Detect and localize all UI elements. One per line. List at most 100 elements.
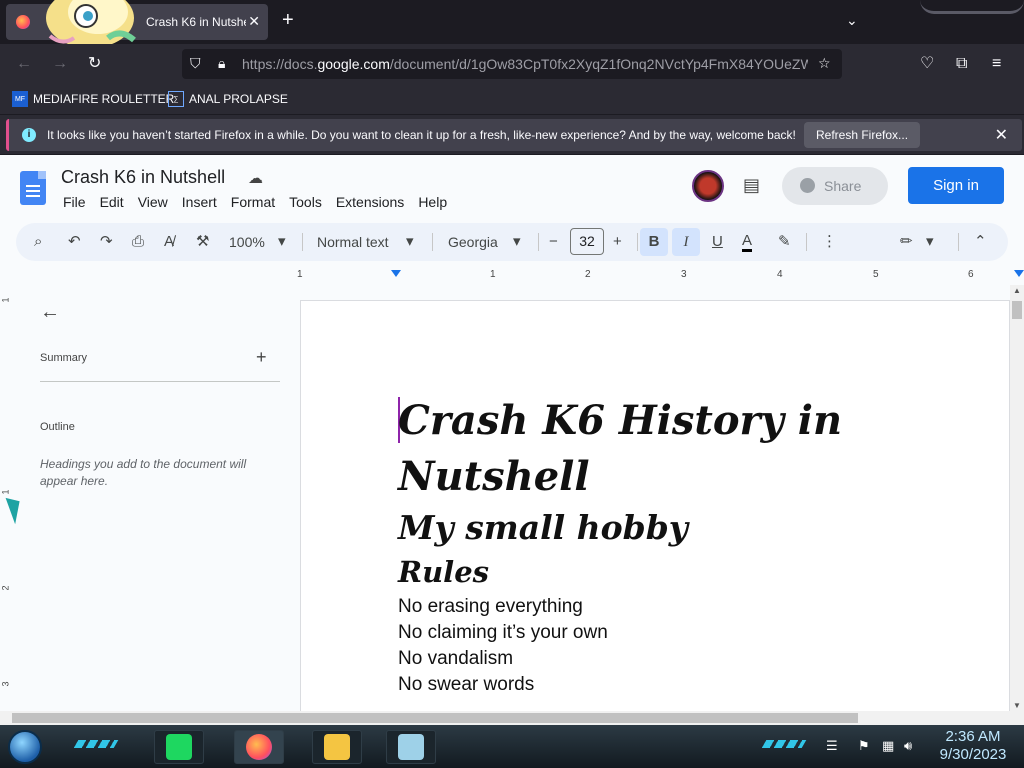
shield-icon[interactable]: ⛉ — [190, 55, 201, 72]
sign-in-button[interactable]: Sign in — [908, 167, 1004, 204]
bookmark-mediafire[interactable]: MF MEDIAFIRE ROULETTER — [12, 91, 174, 107]
rule-item[interactable]: No erasing everything — [398, 594, 842, 620]
document-body[interactable]: Crash K6 History in Nutshell My small ho… — [398, 393, 842, 698]
outline-hint: Headings you add to the document will ap… — [40, 457, 247, 488]
notepad-taskbar-button[interactable] — [386, 730, 436, 764]
notification-bar: i It looks like you haven’t started Fire… — [0, 114, 1024, 154]
comment-icon[interactable]: ▤ — [743, 175, 760, 196]
lock-icon[interactable]: 🔒︎ — [218, 55, 225, 72]
summary-label: Summary — [40, 352, 88, 364]
scrollbar-thumb[interactable] — [12, 713, 858, 723]
increase-font-size-icon[interactable]: + — [613, 233, 622, 251]
tray-overflow-icon[interactable]: ☰ — [826, 738, 838, 754]
tab-close-icon[interactable]: ✕ — [248, 13, 260, 30]
more-options-icon[interactable]: ⋮ — [822, 233, 837, 251]
share-button[interactable]: Share — [782, 167, 888, 205]
style-select[interactable]: Normal text — [317, 233, 389, 251]
docs-logo-icon[interactable] — [20, 171, 46, 205]
back-arrow-icon[interactable]: ← — [40, 301, 60, 324]
zoom-chevron-icon[interactable]: ▾ — [278, 233, 286, 251]
pocket-icon[interactable]: ♡ — [920, 54, 934, 74]
file-explorer-taskbar-button[interactable] — [312, 730, 362, 764]
editing-mode-icon[interactable]: ✏ — [900, 233, 913, 251]
spellcheck-icon[interactable]: A̸ — [164, 233, 174, 251]
menu-help[interactable]: Help — [418, 194, 447, 210]
search-menus-icon[interactable]: ⌕ — [34, 233, 42, 251]
font-size-input[interactable]: 32 — [570, 228, 604, 255]
heading-title-line2[interactable]: Nutshell — [398, 449, 842, 505]
heading-title-line1[interactable]: Crash K6 History in — [398, 393, 842, 449]
mode-chevron-icon[interactable]: ▾ — [926, 233, 934, 251]
avatar[interactable] — [692, 170, 724, 202]
vertical-scrollbar[interactable]: ▲ ▼ — [1010, 285, 1024, 711]
right-indent-marker-icon[interactable] — [1014, 270, 1024, 277]
paint-format-icon[interactable]: ⚒ — [196, 233, 209, 251]
forward-icon[interactable]: → — [52, 54, 68, 74]
horizontal-scrollbar[interactable] — [0, 711, 1024, 725]
add-summary-icon[interactable]: + — [256, 347, 267, 368]
print-icon[interactable]: ⎙ — [132, 233, 144, 251]
indent-marker-icon[interactable] — [391, 270, 401, 277]
undo-icon[interactable]: ↶ — [68, 233, 81, 251]
decrease-font-size-icon[interactable]: − — [549, 233, 558, 251]
highlight-icon[interactable]: ✎ — [778, 233, 791, 251]
menu-format[interactable]: Format — [231, 194, 275, 210]
horizontal-ruler[interactable]: 1 1 2 3 4 5 6 — [296, 266, 1024, 284]
url-bar[interactable]: ⛉ 🔒︎ https://docs.google.com/document/d/… — [182, 49, 842, 79]
menu-tools[interactable]: Tools — [289, 194, 322, 210]
italic-icon[interactable]: I — [672, 228, 700, 256]
spotify-taskbar-button[interactable] — [154, 730, 204, 764]
document-page[interactable]: Crash K6 History in Nutshell My small ho… — [300, 300, 1010, 711]
cloud-status-icon[interactable]: ☁ — [248, 169, 263, 187]
underline-icon[interactable]: U — [712, 233, 723, 251]
bookmark-second[interactable]: ∑ ANAL PROLAPSE — [168, 91, 288, 107]
menu-view[interactable]: View — [138, 194, 168, 210]
style-chevron-icon[interactable]: ▾ — [406, 233, 414, 251]
bookmark-star-icon[interactable]: ☆ — [818, 55, 831, 72]
close-icon[interactable]: ✕ — [995, 125, 1008, 145]
font-chevron-icon[interactable]: ▾ — [513, 233, 521, 251]
url-text[interactable]: https://docs.google.com/document/d/1gOw8… — [242, 56, 808, 72]
scrollbar-thumb[interactable] — [1012, 301, 1022, 319]
redo-icon[interactable]: ↷ — [100, 233, 113, 251]
network-icon[interactable]: ▦ — [882, 738, 894, 754]
taskbar-decoration — [73, 740, 119, 748]
menu-icon[interactable]: ≡ — [992, 54, 1001, 74]
start-button[interactable] — [8, 730, 42, 764]
bold-icon[interactable]: B — [640, 228, 668, 256]
firefox-taskbar-button[interactable] — [234, 730, 284, 764]
reload-icon[interactable]: ↻ — [88, 54, 101, 74]
ruler-number: 3 — [0, 681, 11, 687]
heading-subtitle[interactable]: My small hobby — [398, 505, 842, 550]
collapse-menus-icon[interactable]: ⌃ — [974, 233, 987, 251]
navigation-bar: ← → ↻ ⛉ 🔒︎ https://docs.google.com/docum… — [0, 44, 1024, 84]
rule-item[interactable]: No claiming it’s your own — [398, 620, 842, 646]
ruler-number: 4 — [777, 269, 783, 280]
zoom-select[interactable]: 100% — [229, 233, 265, 251]
browser-tab-bar: Crash K6 in Nutshell - Google Docs ✕ + ⌄ — [0, 0, 1024, 48]
refresh-firefox-button[interactable]: Refresh Firefox... — [804, 122, 921, 148]
new-tab-icon[interactable]: + — [282, 10, 294, 30]
taskbar: ☰ ⚑ ▦ 🔊︎ 2:36 AM 9/30/2023 — [0, 725, 1024, 768]
scroll-up-icon[interactable]: ▲ — [1013, 286, 1021, 295]
menu-file[interactable]: File — [63, 194, 86, 210]
rule-item[interactable]: No vandalism — [398, 646, 842, 672]
font-select[interactable]: Georgia — [448, 233, 498, 251]
menu-edit[interactable]: Edit — [100, 194, 124, 210]
browser-tab[interactable]: Crash K6 in Nutshell - Google Docs ✕ — [6, 0, 268, 48]
menu-extensions[interactable]: Extensions — [336, 194, 404, 210]
chevron-down-icon[interactable]: ⌄ — [846, 12, 858, 29]
document-title[interactable]: Crash K6 in Nutshell — [61, 167, 225, 188]
rule-item[interactable]: No swear words — [398, 672, 842, 698]
extensions-icon[interactable]: ⧉ — [956, 54, 967, 74]
volume-icon[interactable]: 🔊︎ — [904, 738, 912, 754]
formatting-toolbar: ⌕ ↶ ↷ ⎙ A̸ ⚒ 100% ▾ Normal text ▾ Georgi… — [16, 223, 1008, 261]
text-color-icon[interactable]: A — [742, 233, 753, 252]
heading-rules[interactable]: Rules — [398, 550, 842, 594]
back-icon[interactable]: ← — [16, 54, 32, 74]
system-clock[interactable]: 2:36 AM 9/30/2023 — [932, 728, 1014, 764]
scroll-down-icon[interactable]: ▼ — [1013, 701, 1021, 710]
menu-insert[interactable]: Insert — [182, 194, 217, 210]
firefox-icon — [246, 734, 272, 760]
action-center-flag-icon[interactable]: ⚑ — [858, 738, 870, 754]
